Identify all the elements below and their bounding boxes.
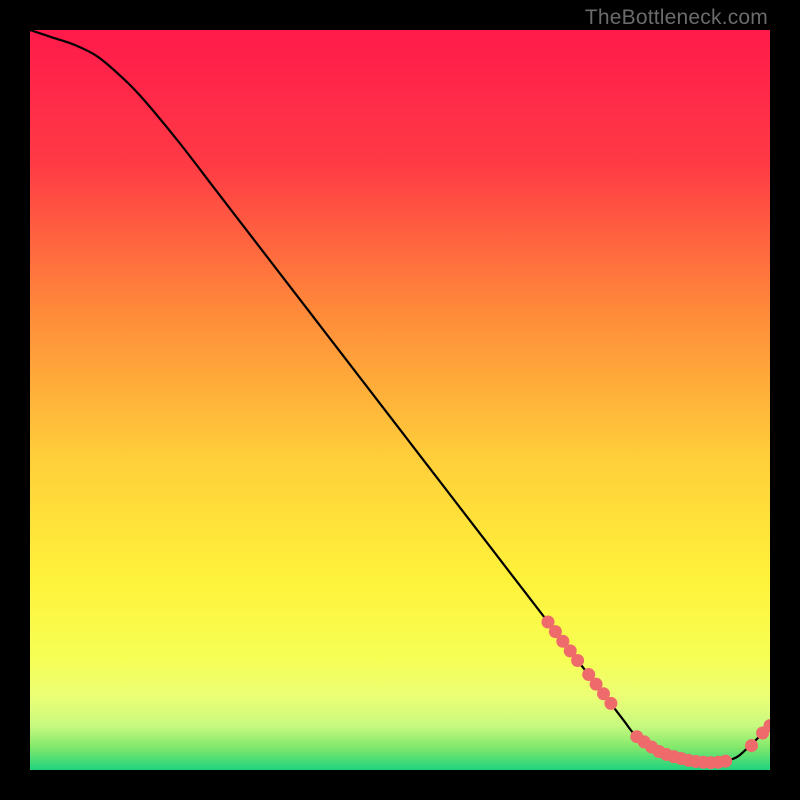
chart-frame: TheBottleneck.com xyxy=(0,0,800,800)
plot-area xyxy=(30,30,770,770)
gradient-background xyxy=(30,30,770,770)
watermark-text: TheBottleneck.com xyxy=(585,6,768,30)
